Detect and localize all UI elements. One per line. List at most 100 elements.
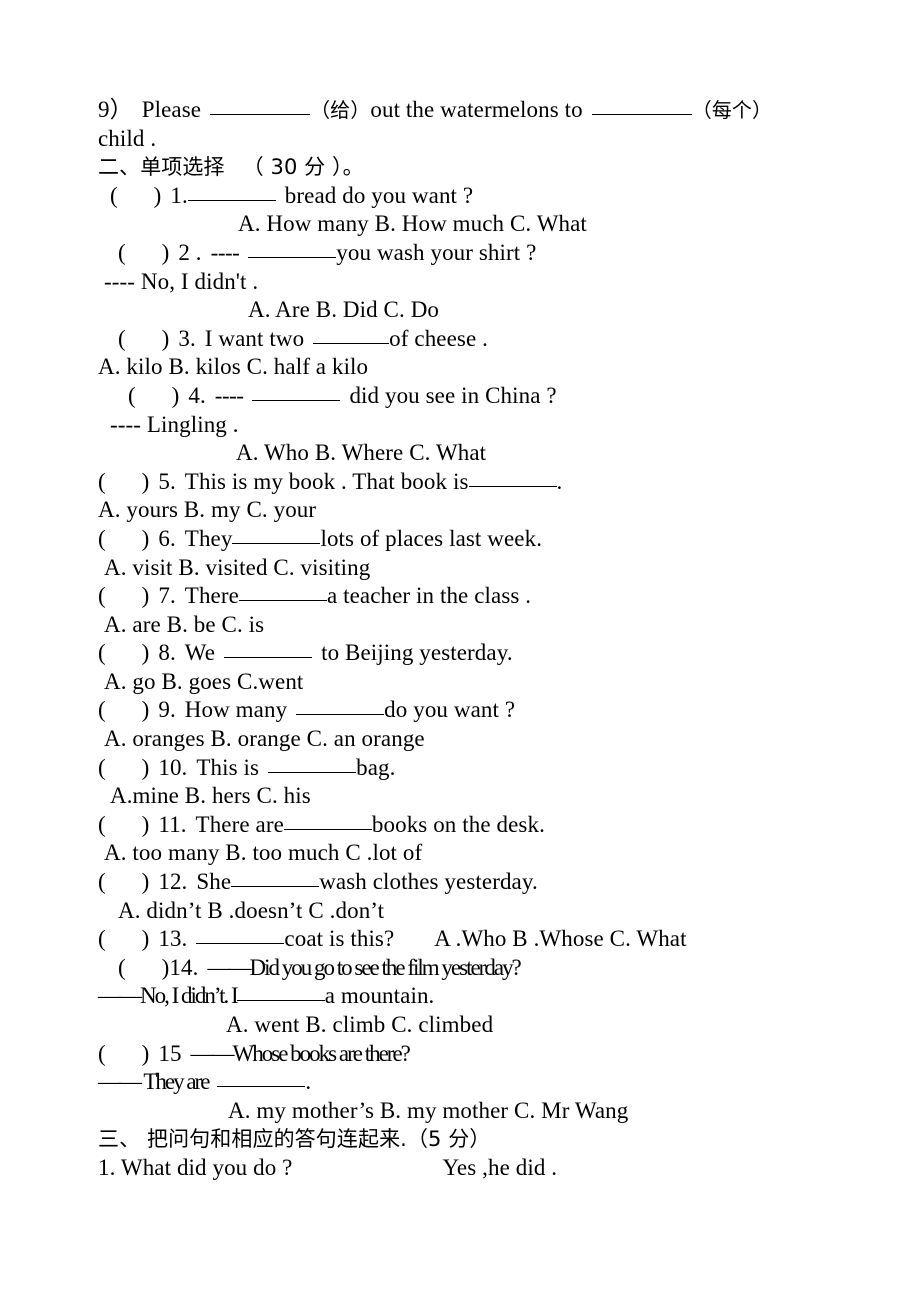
question-14-number: )14. [161,954,199,980]
question-1-stem: () 1. bread do you want ? [98,182,828,211]
question-2-dash: ---- [210,239,240,265]
question-11-options[interactable]: A. too many B. too much C .lot of [98,839,828,868]
question-4-dash: ---- [214,382,244,408]
blank-field[interactable] [252,383,341,401]
answer-paren-11[interactable]: () [98,812,149,837]
question-8-text-post: to Beijing yesterday. [321,640,513,666]
blank-field[interactable] [313,326,390,344]
section-three-label: 三、 把问句和相应的答句连起来. [98,1127,407,1152]
question-14-reply: ——No, I didn’t. I a mountain. [98,982,828,1011]
question-9-number: 9. [158,697,176,723]
question-6-options[interactable]: A. visit B. visited C. visiting [98,554,828,583]
matching-question-left[interactable]: 1. What did you do ? [98,1155,293,1180]
blank-field[interactable] [268,755,357,773]
question-15-reply: —— They are. [98,1068,828,1097]
question-12-number: 12. [158,869,188,895]
blank-field[interactable] [224,640,313,659]
section-two-points: （ 30 分 ）。 [242,155,364,180]
question-13-number: 13. [158,926,188,952]
question-9-stem: () 9. How many do you want ? [98,696,828,725]
question-14-options[interactable]: A. went B. climb C. climbed [98,1011,828,1040]
question-12-stem: () 12. She wash clothes yesterday. [98,868,828,897]
answer-paren-5[interactable]: () [98,469,149,494]
document-body: 9） Please （给）out the watermelons to （每个） ch… [98,96,828,1183]
question-15-reply-pre: —— They are [98,1069,210,1095]
question-1-text: bread do you want ? [284,182,474,208]
carryover-hint-2: （每个） [691,98,773,122]
question-5-stem: () 5. This is my book . That book is. [98,468,828,497]
question-4-reply: ---- Lingling . [110,411,239,437]
blank-field[interactable] [196,926,285,945]
question-7-stem: () 7. There a teacher in the class . [98,582,828,611]
blank-field[interactable] [283,812,372,830]
blank-field[interactable] [296,697,385,716]
answer-paren-8[interactable]: () [98,640,149,665]
question-15-options[interactable]: A. my mother’s B. my mother C. Mr Wang [98,1097,828,1126]
question-9-options[interactable]: A. oranges B. orange C. an orange [98,725,828,754]
question-4-options[interactable]: A. Who B. Where C. What [98,439,828,468]
question-1-options[interactable]: A. How many B. How much C. What [98,210,828,239]
question-6-text-post: lots of places last week. [320,525,543,551]
blank-field[interactable] [232,526,321,544]
question-15-reply-post: . [305,1069,312,1095]
carryover-item-line2: child . [98,125,157,151]
answer-paren-7[interactable]: () [98,583,149,608]
answer-paren-4[interactable]: () [128,383,179,408]
question-3-text-post: of cheese . [389,325,488,351]
blank-field[interactable] [238,583,327,602]
question-13-options[interactable]: A .Who B .Whose C. What [434,926,686,951]
answer-paren-12[interactable]: () [98,869,149,894]
question-15-number: 15 [158,1040,182,1066]
answer-paren-2[interactable]: () [118,240,169,265]
question-10-text-post: bag. [356,754,396,780]
question-9-text-pre: How many [184,697,288,723]
answer-paren-15[interactable]: () [98,1041,149,1066]
question-6-text-pre: They [184,525,233,551]
question-8-stem: () 8. We to Beijing yesterday. [98,639,828,668]
blank-field[interactable] [591,97,692,115]
answer-paren-10[interactable]: () [98,755,149,780]
blank-field[interactable] [231,869,320,888]
question-2-reply: ---- No, I didn't . [104,268,259,294]
blank-field[interactable] [248,240,337,258]
question-4-stem: () 4. ---- did you see in China ? [98,382,828,411]
answer-paren-6[interactable]: () [98,526,149,551]
question-1-number: 1. [170,182,188,208]
question-14-text: ——Did you go to see the film yesterday? [207,954,521,980]
question-15-text: ——Whose books are there? [190,1040,411,1066]
worksheet-page: 9） Please （给）out the watermelons to （每个） ch… [0,0,920,1300]
blank-field[interactable] [217,1069,306,1088]
question-10-options[interactable]: A.mine B. hers C. his [98,782,828,811]
question-13-text-post: coat is this? [284,926,395,952]
question-4-text: did you see in China ? [349,382,557,408]
answer-paren-13[interactable]: () [98,926,149,951]
question-3-options[interactable]: A. kilo B. kilos C. half a kilo [98,353,828,382]
question-8-options[interactable]: A. go B. goes C.went [98,668,828,697]
question-2-options[interactable]: A. Are B. Did C. Do [98,296,828,325]
question-7-text-post: a teacher in the class . [326,583,532,609]
question-7-options[interactable]: A. are B. be C. is [98,611,828,640]
question-5-text-post: . [556,468,563,494]
blank-field[interactable] [187,183,276,201]
question-8-number: 8. [158,640,176,666]
answer-paren-9[interactable]: () [98,697,149,722]
section-two-label: 二、单项选择 [98,155,225,180]
blank-field[interactable] [468,469,557,487]
question-15-stem: () 15 ——Whose books are there? [98,1040,828,1069]
section-three-points: （5 分） [406,1127,491,1152]
blank-field[interactable] [210,97,311,115]
question-9-text-post: do you want ? [384,697,516,723]
answer-paren-3[interactable]: () [118,326,169,351]
question-11-stem: () 11. There are books on the desk. [98,811,828,840]
question-3-number: 3. [178,325,196,351]
matching-answer-right[interactable]: Yes ,he did . [443,1155,558,1180]
question-12-options[interactable]: A. didn’t B .doesn’t C .don’t [98,897,828,926]
answer-paren-14[interactable]: ( [118,955,162,980]
question-10-number: 10. [158,754,188,780]
carryover-text-2: out the watermelons to [370,97,583,122]
carryover-number: 9） [98,97,133,122]
question-3-text-pre: I want two [204,325,305,351]
question-5-options[interactable]: A. yours B. my C. your [98,496,828,525]
answer-paren-1[interactable]: () [110,183,161,208]
blank-field[interactable] [236,983,325,1002]
